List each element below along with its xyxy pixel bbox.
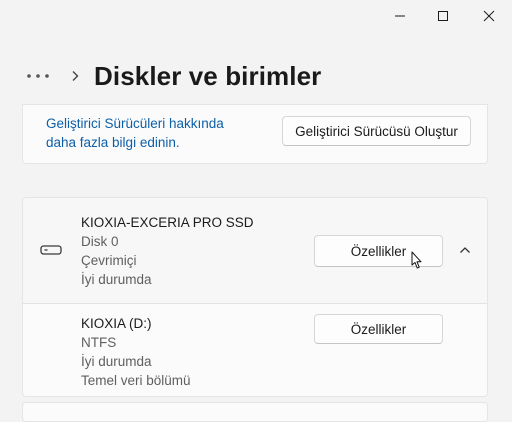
volume-name: KIOXIA (D:) [81, 316, 152, 331]
hard-drive-icon [40, 243, 62, 261]
chevron-right-icon [68, 70, 82, 82]
minimize-button[interactable] [377, 0, 423, 32]
disk-number: Disk 0 [81, 234, 119, 249]
page-title: Diskler ve birimler [94, 60, 322, 91]
breadcrumb-more-button[interactable] [24, 73, 52, 79]
next-disk-card [22, 402, 488, 422]
volume-properties-button[interactable]: Özellikler [314, 314, 443, 344]
collapse-button[interactable] [451, 236, 479, 264]
disk-health: İyi durumda [81, 272, 152, 287]
volume-filesystem: NTFS [81, 335, 117, 350]
more-horizontal-icon [27, 74, 49, 78]
disk-card: KIOXIA-EXCERIA PRO SSD Disk 0 Çevrimiçi … [22, 197, 488, 397]
disk-header[interactable]: KIOXIA-EXCERIA PRO SSD Disk 0 Çevrimiçi … [23, 198, 487, 304]
disk-status: Çevrimiçi [81, 253, 137, 268]
disk-info: KIOXIA-EXCERIA PRO SSD Disk 0 Çevrimiçi … [81, 213, 254, 289]
volume-type: Temel veri bölümü [81, 373, 191, 388]
minimize-icon [395, 15, 405, 17]
disk-properties-button[interactable]: Özellikler [314, 235, 443, 267]
breadcrumb: Diskler ve birimler [24, 56, 321, 96]
maximize-button[interactable] [420, 0, 466, 32]
disk-name: KIOXIA-EXCERIA PRO SSD [81, 215, 254, 230]
chevron-up-icon [460, 247, 470, 253]
title-bar [0, 0, 512, 34]
maximize-icon [438, 11, 448, 21]
volume-health: İyi durumda [81, 354, 152, 369]
developer-drive-card: Geliştirici Sürücüleri hakkında daha faz… [22, 104, 488, 164]
volume-info: KIOXIA (D:) NTFS İyi durumda Temel veri … [81, 314, 191, 390]
developer-drive-learn-more-link[interactable]: Geliştirici Sürücüleri hakkında daha faz… [46, 114, 256, 152]
close-button[interactable] [466, 0, 512, 32]
create-dev-drive-button[interactable]: Geliştirici Sürücüsü Oluştur [282, 116, 471, 146]
close-icon [483, 10, 495, 22]
